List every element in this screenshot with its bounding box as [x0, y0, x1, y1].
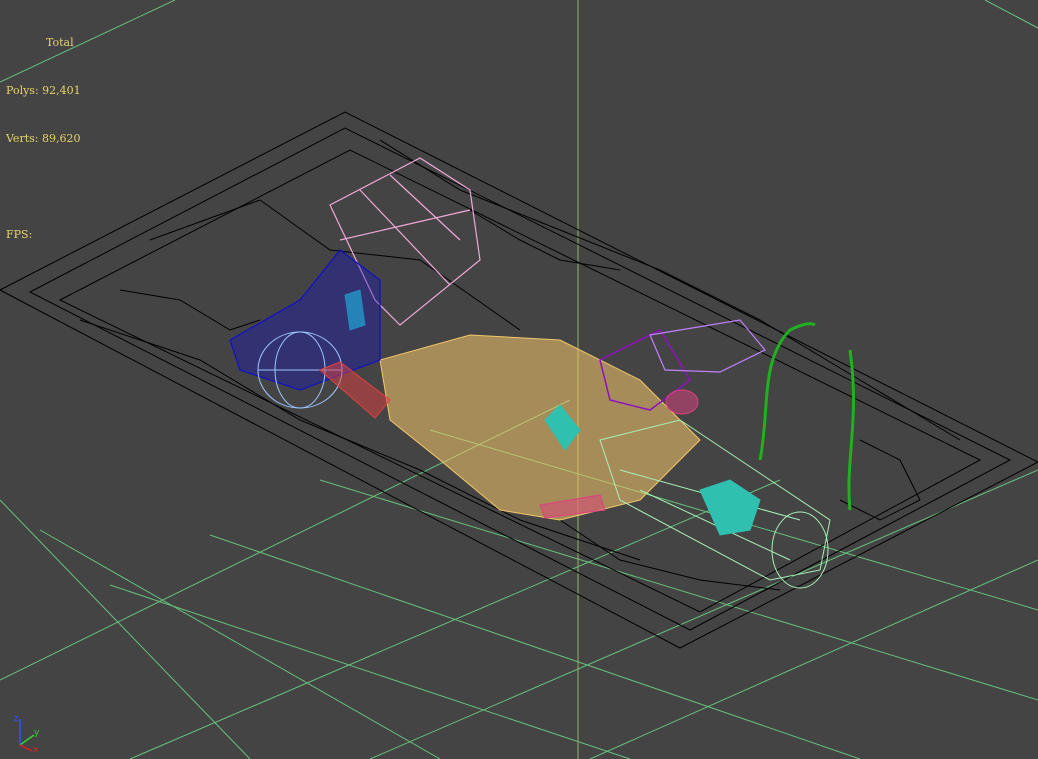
- fps-label: FPS:: [6, 228, 33, 241]
- verts-value: 89,620: [41, 132, 81, 145]
- x-axis-line: [19, 744, 33, 752]
- y-axis-line: [19, 734, 35, 746]
- verts-label: Verts:: [6, 132, 39, 145]
- polys-value: 92,401: [42, 84, 81, 97]
- y-axis-label: y: [34, 728, 40, 738]
- grid-line: [39, 529, 441, 759]
- polys-row: Polys: 92,401: [6, 83, 81, 99]
- z-axis-label: z: [14, 714, 19, 724]
- statistics-title: Total: [46, 36, 74, 49]
- blue-machine: [229, 249, 381, 391]
- grid-line: [984, 0, 1038, 29]
- grid-line: [369, 469, 1038, 759]
- scene-wireframe[interactable]: [0, 0, 1038, 759]
- x-axis-label: x: [33, 745, 39, 753]
- stats-spacer: [6, 179, 81, 195]
- grid-line: [109, 584, 631, 759]
- axis-tripod-icon: y x z: [14, 714, 40, 753]
- grid-line: [209, 534, 861, 759]
- red-cylinder: [319, 361, 391, 419]
- polys-label: Polys:: [6, 84, 39, 97]
- grid-line: [319, 479, 1038, 701]
- grid-line: [589, 559, 1038, 759]
- statistics-panel: Total Polys: 92,401 Verts: 89,620 FPS:: [6, 3, 81, 275]
- perspective-viewport[interactable]: Total Polys: 92,401 Verts: 89,620 FPS: y…: [0, 0, 1038, 759]
- verts-row: Verts: 89,620: [6, 131, 81, 147]
